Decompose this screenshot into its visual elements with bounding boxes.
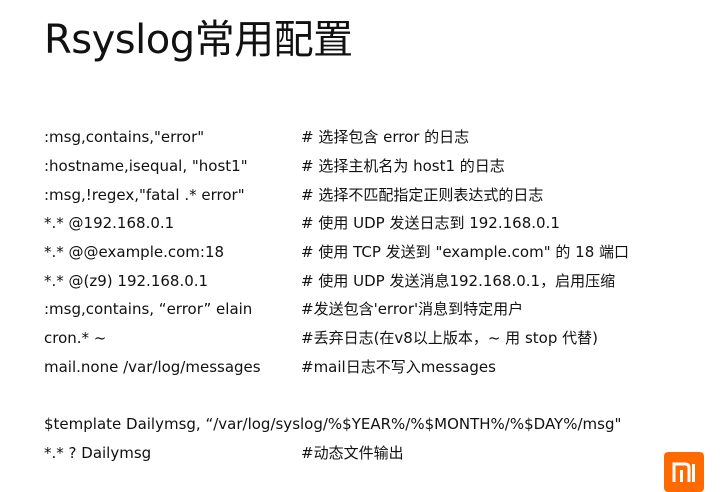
config-command: :msg,contains, “error” elain xyxy=(44,300,253,318)
config-comment: # 选择不匹配指定正则表达式的日志 xyxy=(301,186,544,204)
config-comment: #mail日志不写入messages xyxy=(301,358,496,376)
config-comment: # 使用 TCP 发送到 "example.com" 的 18 端口 xyxy=(301,243,630,261)
config-comment: #丢弃日志(在v8以上版本，~ 用 stop 代替) xyxy=(301,329,598,347)
config-command: *.* @@example.com:18 xyxy=(44,243,225,261)
config-command: :msg,contains,"error" xyxy=(44,128,205,146)
config-command: cron.* ~ xyxy=(44,329,107,347)
config-command: *.* @(z9) 192.168.0.1 xyxy=(44,272,209,290)
config-command: :hostname,isequal, "host1" xyxy=(44,157,248,175)
config-comment: # 选择包含 error 的日志 xyxy=(301,128,470,146)
template-command: $template Dailymsg, “/var/log/syslog/%$Y… xyxy=(44,415,622,433)
config-comment: # 使用 UDP 发送消息192.168.0.1，启用压缩 xyxy=(301,272,616,290)
config-comment: # 使用 UDP 发送日志到 192.168.0.1 xyxy=(301,214,560,232)
mi-logo-icon xyxy=(664,452,704,492)
page-title: Rsyslog常用配置 xyxy=(44,17,353,63)
config-comment: #动态文件输出 xyxy=(301,444,404,462)
config-command: :msg,!regex,"fatal .* error" xyxy=(44,186,245,204)
config-comment: #发送包含'error'消息到特定用户 xyxy=(301,300,524,318)
config-comment: # 选择主机名为 host1 的日志 xyxy=(301,157,505,175)
config-command: *.* ? Dailymsg xyxy=(44,444,152,462)
config-command: mail.none /var/log/messages xyxy=(44,358,261,376)
config-command: *.* @192.168.0.1 xyxy=(44,214,175,232)
